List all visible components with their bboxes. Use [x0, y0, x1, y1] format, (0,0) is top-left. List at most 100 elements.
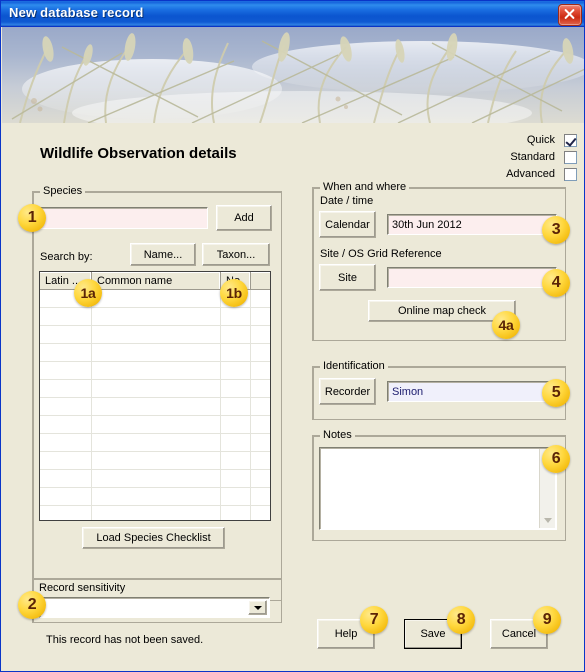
table-cell[interactable] [92, 398, 221, 415]
new-database-record-window: New database record Wildlife Observation… [0, 0, 585, 672]
search-by-name-button[interactable]: Name... [130, 243, 196, 266]
recorder-button[interactable]: Recorder [319, 378, 376, 405]
table-cell[interactable] [92, 308, 221, 325]
table-cell[interactable] [92, 362, 221, 379]
table-cell[interactable] [221, 362, 251, 379]
table-cell[interactable] [221, 398, 251, 415]
table-cell[interactable] [40, 488, 92, 505]
add-species-button[interactable]: Add [216, 205, 272, 231]
table-cell[interactable] [251, 290, 270, 307]
table-cell[interactable] [92, 290, 221, 307]
table-cell[interactable] [40, 434, 92, 451]
view-mode-quick-label: Quick [526, 134, 555, 146]
table-cell[interactable] [251, 506, 270, 520]
column-header-blank[interactable] [251, 272, 270, 289]
table-cell[interactable] [251, 398, 270, 415]
save-status-text: This record has not been saved. [46, 634, 204, 646]
table-cell[interactable] [221, 308, 251, 325]
table-cell[interactable] [251, 362, 270, 379]
table-cell[interactable] [40, 308, 92, 325]
table-row[interactable] [40, 506, 270, 520]
search-by-taxon-button[interactable]: Taxon... [202, 243, 270, 266]
record-sensitivity-select[interactable] [39, 597, 270, 618]
table-cell[interactable] [40, 398, 92, 415]
table-cell[interactable] [251, 308, 270, 325]
table-cell[interactable] [251, 488, 270, 505]
table-cell[interactable] [92, 344, 221, 361]
callout-badge-8: 8 [447, 606, 475, 634]
table-cell[interactable] [40, 416, 92, 433]
table-row[interactable] [40, 488, 270, 506]
table-row[interactable] [40, 362, 270, 380]
table-cell[interactable] [40, 326, 92, 343]
table-cell[interactable] [251, 380, 270, 397]
table-row[interactable] [40, 344, 270, 362]
species-results-grid[interactable]: Latin ... Common name No. [39, 271, 271, 521]
table-cell[interactable] [251, 434, 270, 451]
table-cell[interactable] [221, 326, 251, 343]
date-field[interactable]: 30th Jun 2012 [387, 214, 557, 235]
table-cell[interactable] [221, 452, 251, 469]
view-mode-quick[interactable]: Quick [493, 133, 577, 150]
view-mode-advanced[interactable]: Advanced [493, 167, 577, 184]
site-grid-reference-label: Site / OS Grid Reference [320, 248, 442, 260]
table-row[interactable] [40, 434, 270, 452]
notes-textarea[interactable] [319, 447, 557, 530]
table-cell[interactable] [251, 344, 270, 361]
recorder-field[interactable]: Simon [387, 381, 557, 402]
table-cell[interactable] [40, 506, 92, 520]
table-cell[interactable] [221, 488, 251, 505]
site-field[interactable] [387, 267, 557, 288]
table-row[interactable] [40, 470, 270, 488]
table-cell[interactable] [92, 326, 221, 343]
notes-group-legend: Notes [320, 429, 355, 441]
table-cell[interactable] [40, 452, 92, 469]
table-cell[interactable] [251, 326, 270, 343]
table-cell[interactable] [40, 470, 92, 487]
table-cell[interactable] [92, 416, 221, 433]
table-cell[interactable] [40, 362, 92, 379]
view-mode-standard-label: Standard [510, 151, 555, 163]
species-grid-rows [40, 290, 270, 520]
table-row[interactable] [40, 416, 270, 434]
table-row[interactable] [40, 308, 270, 326]
table-cell[interactable] [221, 380, 251, 397]
table-cell[interactable] [251, 416, 270, 433]
table-cell[interactable] [92, 470, 221, 487]
table-cell[interactable] [221, 434, 251, 451]
scroll-down-arrow-icon[interactable] [540, 512, 555, 528]
table-row[interactable] [40, 326, 270, 344]
load-species-checklist-button[interactable]: Load Species Checklist [82, 527, 225, 549]
table-row[interactable] [40, 380, 270, 398]
callout-badge-3: 3 [542, 216, 570, 244]
table-cell[interactable] [221, 470, 251, 487]
species-input[interactable] [40, 207, 208, 229]
close-icon[interactable] [558, 4, 582, 26]
table-cell[interactable] [221, 344, 251, 361]
table-cell[interactable] [92, 452, 221, 469]
view-mode-standard[interactable]: Standard [493, 150, 577, 167]
callout-badge-5: 5 [542, 379, 570, 407]
column-header-common-name[interactable]: Common name [92, 272, 221, 289]
table-cell[interactable] [221, 416, 251, 433]
table-row[interactable] [40, 398, 270, 416]
callout-badge-9: 9 [533, 606, 561, 634]
table-cell[interactable] [92, 488, 221, 505]
table-cell[interactable] [40, 380, 92, 397]
callout-badge-6: 6 [542, 445, 570, 473]
checkbox-standard[interactable] [564, 151, 577, 164]
table-cell[interactable] [251, 470, 270, 487]
calendar-button[interactable]: Calendar [319, 211, 376, 238]
table-cell[interactable] [92, 380, 221, 397]
table-cell[interactable] [92, 506, 221, 520]
table-cell[interactable] [221, 506, 251, 520]
site-button[interactable]: Site [319, 264, 376, 291]
checkbox-quick[interactable] [564, 134, 577, 147]
table-cell[interactable] [92, 434, 221, 451]
record-sensitivity-label: Record sensitivity [39, 582, 126, 594]
table-cell[interactable] [251, 452, 270, 469]
table-cell[interactable] [40, 344, 92, 361]
chevron-down-icon[interactable] [248, 600, 267, 615]
table-row[interactable] [40, 452, 270, 470]
checkbox-advanced[interactable] [564, 168, 577, 181]
